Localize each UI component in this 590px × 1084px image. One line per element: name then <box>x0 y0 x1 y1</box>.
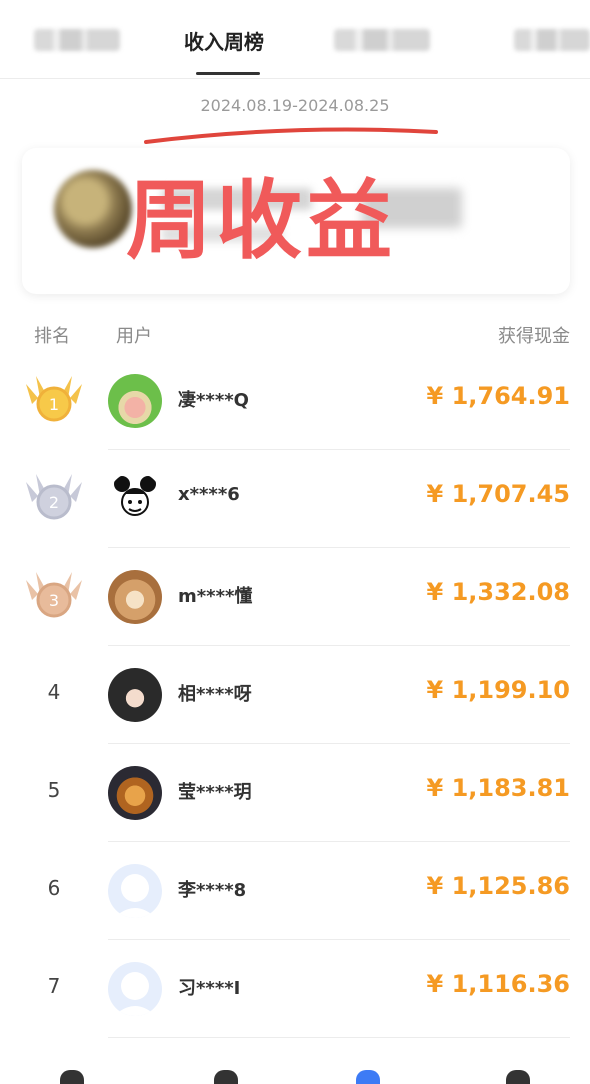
table-row[interactable]: 2 x****6 ¥ 1,707.45 <box>0 450 590 548</box>
blurred-avatar <box>54 170 132 248</box>
rank-number: 4 <box>47 680 61 704</box>
default-user-avatar[interactable] <box>108 864 162 918</box>
nav-icon-2[interactable] <box>214 1070 238 1084</box>
cash-amount: ¥ 1,332.08 <box>426 578 570 606</box>
frog-hat-avatar[interactable] <box>108 374 162 428</box>
column-rank: 排名 <box>34 326 70 347</box>
girl-photo-avatar[interactable] <box>108 668 162 722</box>
nav-icon-active[interactable] <box>356 1070 380 1084</box>
user-name: 莹****玥 <box>178 782 252 803</box>
weekly-earnings-overlay: 周收益 <box>126 171 396 271</box>
user-name: x****6 <box>178 484 240 505</box>
svg-text:3: 3 <box>49 591 59 610</box>
user-name: m****懂 <box>178 586 253 607</box>
cash-amount: ¥ 1,707.45 <box>426 480 570 508</box>
cash-amount: ¥ 1,199.10 <box>426 676 570 704</box>
cartoon-face-avatar[interactable] <box>108 472 162 526</box>
table-row[interactable]: 4 相****呀 ¥ 1,199.10 <box>0 646 590 744</box>
tab-blurred-left[interactable] <box>34 29 120 51</box>
tab-weekly-income[interactable]: 收入周榜 <box>184 26 264 55</box>
default-user-avatar[interactable] <box>108 962 162 1016</box>
date-range: 2024.08.19-2024.08.25 <box>200 96 390 115</box>
user-name: 李****8 <box>178 880 247 901</box>
tab-blurred-right[interactable] <box>514 29 590 51</box>
ranking-tab-bar: 收入周榜 <box>0 0 590 79</box>
svg-text:2: 2 <box>49 493 59 512</box>
table-row[interactable]: 1 凄****Q ¥ 1,764.91 <box>0 352 590 450</box>
cash-amount: ¥ 1,116.36 <box>426 970 570 998</box>
top-user-card: 周收益 <box>22 148 570 294</box>
table-row[interactable]: 3 m****懂 ¥ 1,332.08 <box>0 548 590 646</box>
column-earned: 获得现金 <box>498 326 570 347</box>
tab-blurred-middle[interactable] <box>334 29 430 51</box>
bronze-medal-icon: 3 <box>26 572 82 618</box>
rank-number: 7 <box>47 974 61 998</box>
table-row[interactable]: 5 莹****玥 ¥ 1,183.81 <box>0 744 590 842</box>
shiba-dog-avatar[interactable] <box>108 570 162 624</box>
user-name: 相****呀 <box>178 684 252 705</box>
cash-amount: ¥ 1,764.91 <box>426 382 570 410</box>
cat-photo-avatar[interactable] <box>108 766 162 820</box>
table-row[interactable]: 6 李****8 ¥ 1,125.86 <box>0 842 590 940</box>
silver-medal-icon: 2 <box>26 474 82 520</box>
home-icon[interactable] <box>60 1070 84 1084</box>
cash-amount: ¥ 1,183.81 <box>426 774 570 802</box>
red-underline-mark <box>144 127 438 144</box>
bottom-navigation <box>0 1058 590 1084</box>
column-user: 用户 <box>116 326 152 347</box>
user-name: 习****I <box>178 978 241 999</box>
gold-medal-icon: 1 <box>26 376 82 422</box>
rank-number: 5 <box>47 778 61 802</box>
active-tab-underline <box>196 72 260 75</box>
rank-number: 6 <box>47 876 61 900</box>
svg-text:1: 1 <box>49 395 59 414</box>
profile-icon[interactable] <box>506 1070 530 1084</box>
table-row[interactable]: 7 习****I ¥ 1,116.36 <box>0 940 590 1038</box>
row-divider <box>108 1037 570 1038</box>
user-name: 凄****Q <box>178 390 249 411</box>
cash-amount: ¥ 1,125.86 <box>426 872 570 900</box>
